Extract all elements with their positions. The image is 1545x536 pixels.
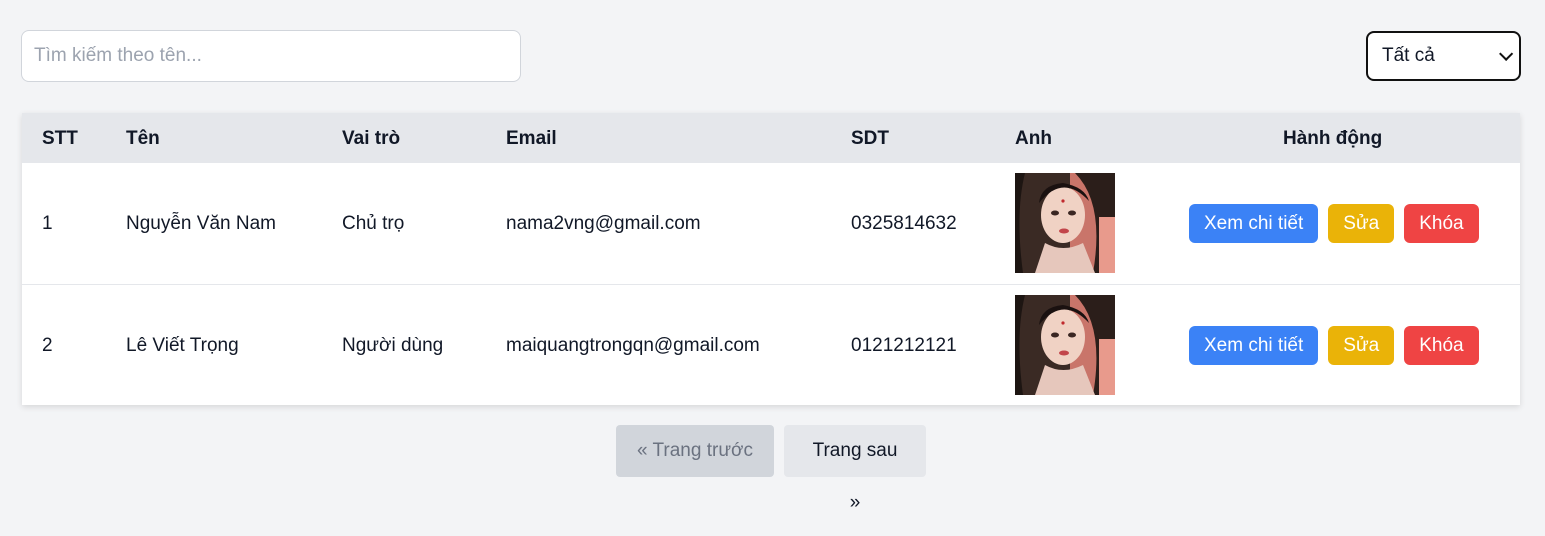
header-actions: Hành động: [1283, 128, 1383, 149]
view-details-button[interactable]: Xem chi tiết: [1189, 326, 1319, 365]
avatar: [1015, 295, 1115, 395]
cell-stt: 1: [42, 213, 53, 234]
cell-name: Nguyễn Văn Nam: [126, 213, 276, 234]
cell-stt: 2: [42, 335, 53, 356]
cell-email: maiquangtrongqn@gmail.com: [506, 335, 760, 356]
view-details-button[interactable]: Xem chi tiết: [1189, 204, 1319, 243]
cell-role: Người dùng: [342, 335, 444, 356]
header-name: Tên: [126, 128, 160, 149]
row-actions: Xem chi tiết Sửa Khóa: [1189, 326, 1479, 365]
cell-phone: 0325814632: [851, 213, 957, 234]
header-stt: STT: [42, 128, 78, 149]
pagination: « Trang trước Trang sau »: [616, 425, 926, 513]
cell-role: Chủ trọ: [342, 213, 405, 234]
table-row: 1 Nguyễn Văn Nam Chủ trọ nama2vng@gmail.…: [22, 163, 1520, 284]
users-table: STT Tên Vai trò Email SDT Anh Hành động …: [22, 113, 1520, 405]
lock-button[interactable]: Khóa: [1404, 326, 1479, 365]
table-row: 2 Lê Viết Trọng Người dùng maiquangtrong…: [22, 284, 1520, 405]
chevron-down-icon: [1499, 46, 1514, 61]
header-phone: SDT: [851, 128, 889, 149]
role-filter-select[interactable]: Tất cả: [1366, 31, 1521, 81]
search-input[interactable]: [21, 30, 521, 82]
table-header: STT Tên Vai trò Email SDT Anh Hành động: [22, 113, 1520, 163]
edit-button[interactable]: Sửa: [1328, 204, 1395, 243]
toolbar: Tất cả: [21, 30, 1521, 82]
cell-phone: 0121212121: [851, 335, 957, 356]
header-email: Email: [506, 128, 557, 149]
cell-email: nama2vng@gmail.com: [506, 213, 701, 234]
next-page-button[interactable]: Trang sau »: [784, 425, 926, 513]
cell-name: Lê Viết Trọng: [126, 335, 239, 356]
prev-page-button[interactable]: « Trang trước: [616, 425, 774, 477]
avatar: [1015, 173, 1115, 273]
header-avatar: Anh: [1015, 128, 1052, 149]
row-actions: Xem chi tiết Sửa Khóa: [1189, 204, 1479, 243]
role-filter-value: Tất cả: [1382, 45, 1435, 66]
edit-button[interactable]: Sửa: [1328, 326, 1395, 365]
lock-button[interactable]: Khóa: [1404, 204, 1479, 243]
header-role: Vai trò: [342, 128, 401, 149]
